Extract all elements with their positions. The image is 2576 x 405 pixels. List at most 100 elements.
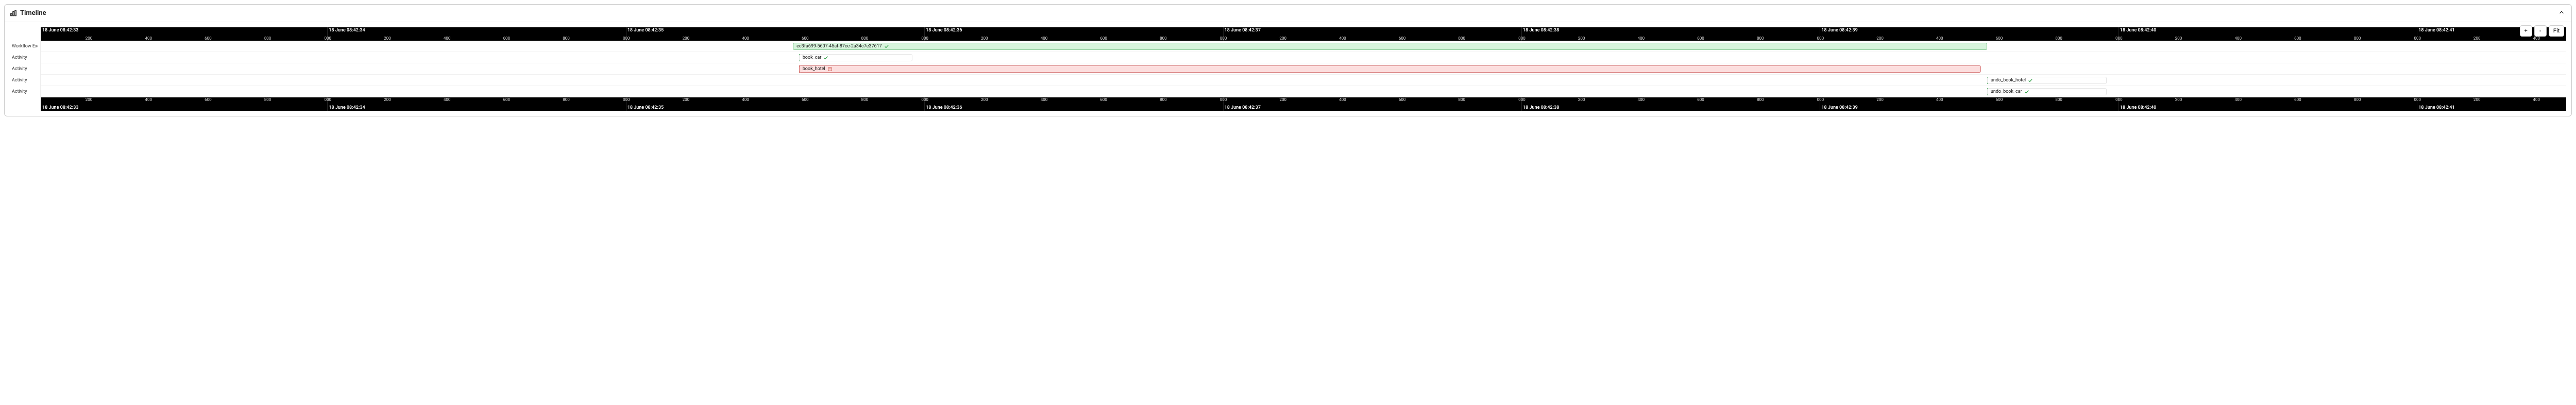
axis-minor-tick: 800 <box>2354 36 2361 41</box>
timeline-lane: undo_book_car <box>41 86 2566 97</box>
axis-minor-tick: 800 <box>1757 97 1764 102</box>
axis-minor-tick: 600 <box>1996 97 2003 102</box>
axis-second-block: 18 June 08:42:34000200400600800 <box>327 27 625 41</box>
timeline-bar[interactable]: undo_book_hotel <box>1987 77 2107 84</box>
axis-minor-tick: 400 <box>1339 97 1346 102</box>
time-axis-top: 18 June 08:42:3320040060080018 June 08:4… <box>41 27 2566 41</box>
axis-minor-tick: 000 <box>921 97 928 102</box>
row-label: Activity <box>12 86 38 97</box>
timeline-bar[interactable]: book_hotel <box>799 65 1981 73</box>
axis-second-block: 18 June 08:42:36000200400600800 <box>924 27 1223 41</box>
axis-minor-tick: 000 <box>2414 36 2421 41</box>
axis-minor-tick: 800 <box>861 36 869 41</box>
axis-second-block: 18 June 08:42:40000200400600800 <box>2119 27 2417 41</box>
axis-minor-tick: 400 <box>2533 97 2540 102</box>
rows-area[interactable]: ec3fa699-5607-45af-87ce-2a34c7e37617 book… <box>41 41 2566 97</box>
axis-second-block: 18 June 08:42:38000200400600800 <box>1521 27 1820 41</box>
panel-body: + - Fit Workflow ExecutionActivityActivi… <box>5 22 2571 116</box>
axis-minor-tick: 400 <box>1339 36 1346 41</box>
panel-title: Timeline <box>20 9 46 17</box>
axis-minor-tick: 200 <box>1279 36 1286 41</box>
timeline-bar[interactable]: book_car <box>799 54 912 61</box>
axis-minor-tick: 200 <box>1578 97 1585 102</box>
axis-second-label: 18 June 08:42:35 <box>628 105 664 110</box>
axis-minor-tick: 000 <box>921 36 928 41</box>
axis-second-block: 18 June 08:42:35000200400600800 <box>626 27 924 41</box>
bar-label: undo_book_hotel <box>1991 78 2026 83</box>
axis-minor-tick: 200 <box>86 36 93 41</box>
chevron-up-icon <box>2558 9 2565 16</box>
bar-chart-icon <box>10 10 17 17</box>
check-icon <box>2024 89 2029 94</box>
axis-minor-tick: 800 <box>1160 36 1167 41</box>
axis-minor-tick: 800 <box>861 97 869 102</box>
timeline-bar[interactable]: undo_book_car <box>1987 88 2107 95</box>
bar-status <box>884 44 889 49</box>
axis-minor-tick: 400 <box>1638 36 1645 41</box>
axis-minor-tick: 000 <box>623 97 630 102</box>
axis-second-block: 18 June 08:42:40000200400600800 <box>2119 97 2417 111</box>
timeline-lane: book_hotel <box>41 63 2566 75</box>
axis-minor-tick: 800 <box>2055 36 2062 41</box>
bar-status <box>2024 89 2029 94</box>
axis-minor-tick: 200 <box>384 36 391 41</box>
axis-second-label: 18 June 08:42:36 <box>926 105 962 110</box>
axis-second-label: 18 June 08:42:35 <box>628 28 664 33</box>
timeline-lane: book_car <box>41 52 2566 63</box>
axis-minor-tick: 200 <box>1876 97 1884 102</box>
axis-minor-tick: 200 <box>1876 36 1884 41</box>
axis-minor-tick: 800 <box>1757 36 1764 41</box>
axis-minor-tick: 000 <box>1817 97 1824 102</box>
axis-minor-tick: 800 <box>563 36 570 41</box>
axis-minor-tick: 600 <box>1100 36 1107 41</box>
axis-minor-tick: 600 <box>2294 97 2301 102</box>
axis-minor-tick: 200 <box>2175 97 2182 102</box>
axis-minor-tick: 200 <box>1578 36 1585 41</box>
axis-second-label: 18 June 08:42:40 <box>2120 105 2156 110</box>
panel-header: Timeline <box>5 5 2571 22</box>
bar-label: undo_book_car <box>1991 89 2022 94</box>
axis-minor-tick: 400 <box>742 97 749 102</box>
bar-label: ec3fa699-5607-45af-87ce-2a34c7e37617 <box>796 44 882 49</box>
axis-minor-tick: 600 <box>205 36 212 41</box>
axis-minor-tick: 000 <box>1817 36 1824 41</box>
collapse-toggle[interactable] <box>2557 8 2566 19</box>
axis-second-block: 18 June 08:42:36000200400600800 <box>924 97 1223 111</box>
axis-minor-tick: 600 <box>1399 97 1406 102</box>
axis-second-label: 18 June 08:42:41 <box>2418 28 2454 33</box>
row-label: Activity <box>12 63 38 75</box>
axis-minor-tick: 400 <box>1041 36 1048 41</box>
axis-minor-tick: 800 <box>563 97 570 102</box>
axis-minor-tick: 800 <box>264 36 272 41</box>
time-axis-bottom: 18 June 08:42:3320040060080018 June 08:4… <box>41 97 2566 111</box>
axis-second-label: 18 June 08:42:34 <box>329 28 365 33</box>
bar-status <box>2028 78 2033 83</box>
axis-minor-tick: 600 <box>503 97 511 102</box>
axis-minor-tick: 000 <box>2414 97 2421 102</box>
axis-minor-tick: 000 <box>1220 97 1227 102</box>
axis-second-label: 18 June 08:42:40 <box>2120 28 2156 33</box>
zoom-out-button[interactable]: - <box>2534 25 2547 37</box>
axis-minor-tick: 400 <box>742 36 749 41</box>
axis-second-block: 18 June 08:42:33200400600800 <box>41 27 327 41</box>
timeline-lane: undo_book_hotel <box>41 75 2566 86</box>
axis-minor-tick: 200 <box>981 36 988 41</box>
check-icon <box>2028 78 2033 83</box>
axis-minor-tick: 400 <box>145 97 152 102</box>
timeline-bar[interactable]: ec3fa699-5607-45af-87ce-2a34c7e37617 <box>793 43 1987 50</box>
axis-second-label: 18 June 08:42:34 <box>329 105 365 110</box>
timeline-grid: Workflow ExecutionActivityActivityActivi… <box>10 27 2566 111</box>
axis-minor-tick: 400 <box>2234 97 2242 102</box>
axis-second-block: 18 June 08:42:39000200400600800 <box>1820 27 2118 41</box>
axis-minor-tick: 600 <box>205 97 212 102</box>
axis-minor-tick: 800 <box>1160 97 1167 102</box>
bar-label: book_hotel <box>803 66 825 72</box>
axis-minor-tick: 400 <box>2533 36 2540 41</box>
zoom-in-button[interactable]: + <box>2520 25 2532 37</box>
fit-button[interactable]: Fit <box>2549 25 2564 37</box>
axis-second-label: 18 June 08:42:38 <box>1523 28 1559 33</box>
axis-minor-tick: 600 <box>1697 97 1704 102</box>
axis-minor-tick: 200 <box>86 97 93 102</box>
axis-second-label: 18 June 08:42:38 <box>1523 105 1559 110</box>
axis-second-block: 18 June 08:42:33200400600800 <box>41 97 327 111</box>
